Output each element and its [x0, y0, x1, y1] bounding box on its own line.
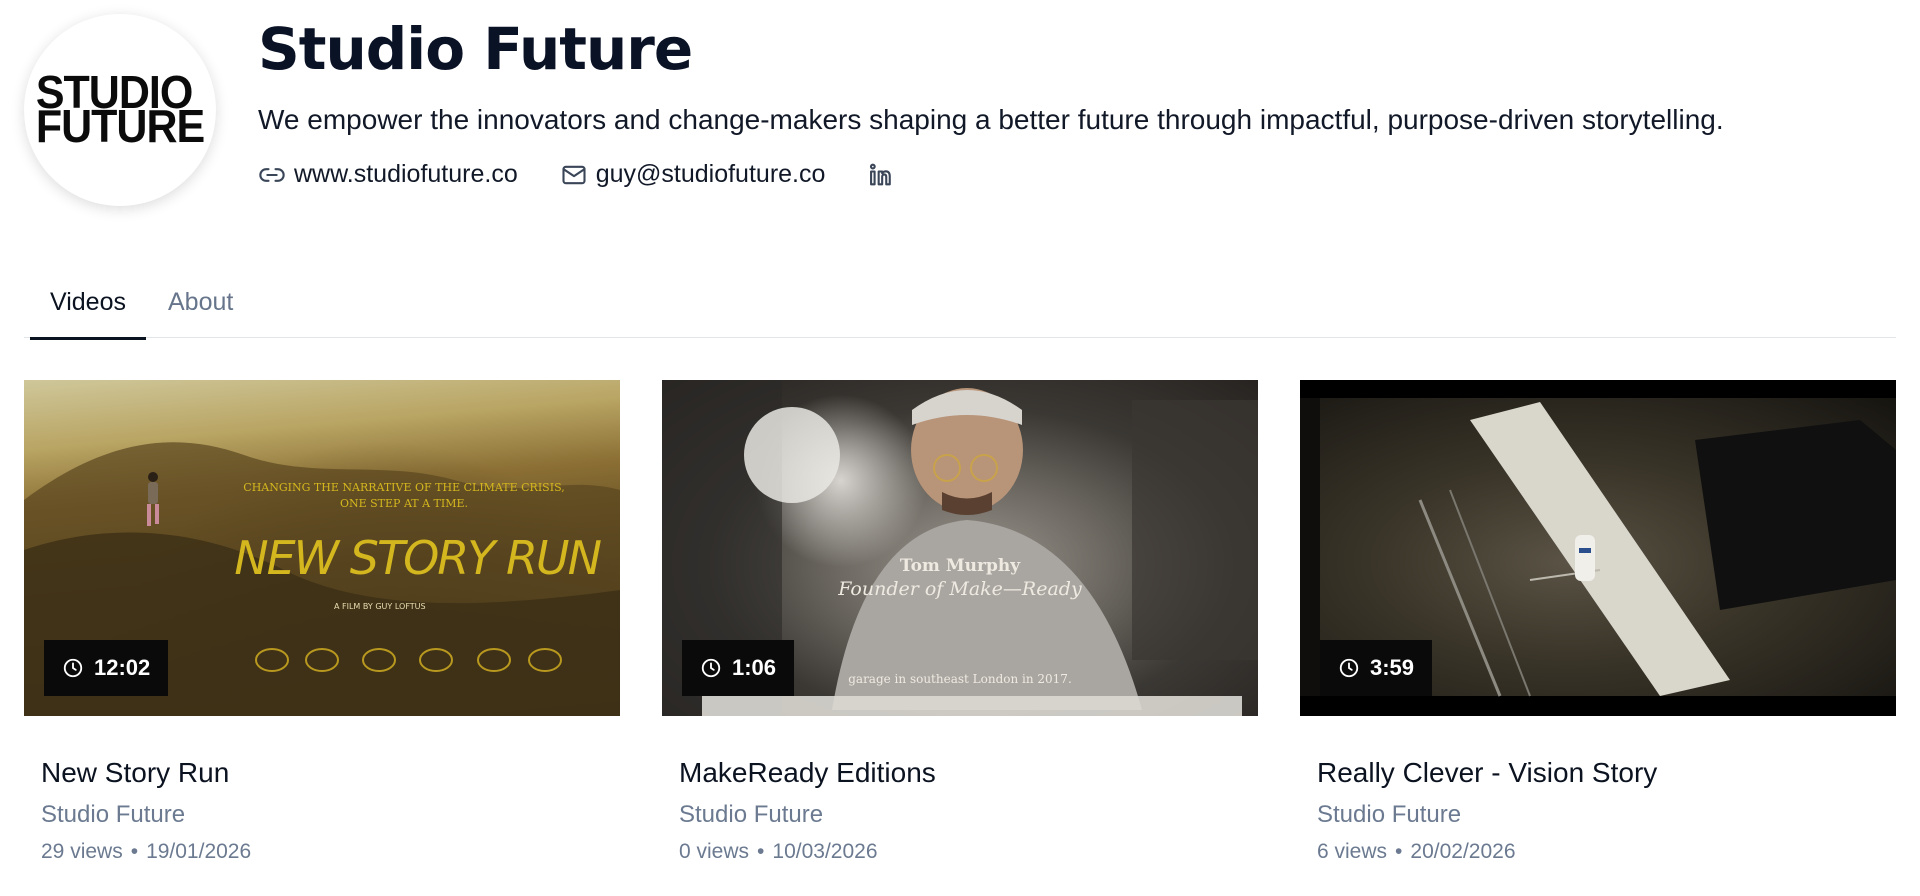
duration-text: 3:59: [1370, 655, 1415, 680]
upload-date: 10/03/2026: [772, 840, 878, 863]
video-channel[interactable]: Studio Future: [41, 800, 620, 830]
contact-links: www.studiofuture.co guy@studiofuture.co: [258, 160, 1724, 189]
tab-videos[interactable]: Videos: [24, 266, 146, 340]
video-meta: 29 views • 19/01/2026: [41, 838, 620, 866]
meta-separator: •: [130, 840, 139, 863]
thumbnail-tagline-line2: ONE STEP AT A TIME.: [339, 497, 469, 510]
channel-header: Studio Future We empower the innovators …: [258, 14, 1724, 189]
website-text: www.studiofuture.co: [294, 160, 518, 188]
video-title[interactable]: MakeReady Editions: [679, 756, 1258, 790]
video-channel[interactable]: Studio Future: [679, 800, 1258, 830]
channel-tagline: We empower the innovators and change-mak…: [258, 104, 1724, 135]
website-link[interactable]: www.studiofuture.co: [258, 160, 518, 189]
duration-text: 1:06: [732, 655, 777, 680]
channel-page: STUDIO FUTURE Studio Future We empower t…: [0, 0, 1920, 896]
upload-date: 19/01/2026: [146, 840, 252, 863]
video-card[interactable]: CHANGING THE NARRATIVE OF THE CLIMATE CR…: [24, 380, 620, 866]
video-thumbnail[interactable]: Tom Murphy Founder of Make—Ready garage …: [662, 380, 1258, 716]
video-grid: CHANGING THE NARRATIVE OF THE CLIMATE CR…: [24, 380, 1896, 866]
duration-badge: 12:02: [44, 640, 169, 696]
video-channel[interactable]: Studio Future: [1317, 800, 1896, 830]
thumbnail-tagline: CHANGING THE NARRATIVE OF THE CLIMATE CR…: [224, 480, 584, 512]
thumbnail-caption: Tom Murphy Founder of Make—Ready: [662, 556, 1258, 600]
channel-tabs: Videos About: [24, 266, 1896, 340]
video-card[interactable]: 3:59 Really Clever - Vision Story Studio…: [1300, 380, 1896, 866]
tab-about[interactable]: About: [146, 266, 253, 338]
clock-icon: [1339, 658, 1359, 678]
link-icon: [259, 167, 285, 182]
video-card[interactable]: Tom Murphy Founder of Make—Ready garage …: [662, 380, 1258, 866]
view-count: 0 views: [679, 840, 750, 863]
email-link[interactable]: guy@studiofuture.co: [560, 160, 826, 189]
view-count: 6 views: [1317, 840, 1388, 863]
video-meta: 6 views • 20/02/2026: [1317, 838, 1896, 866]
video-title[interactable]: Really Clever - Vision Story: [1317, 756, 1896, 790]
duration-badge: 3:59: [1320, 640, 1433, 696]
meta-separator: •: [1395, 840, 1403, 863]
duration-badge: 1:06: [682, 640, 795, 696]
linkedin-link[interactable]: [867, 161, 903, 189]
thumbnail-credit: A FILM BY GUY LOFTUS: [334, 602, 426, 611]
thumbnail-headline: NEW STORY RUN: [234, 531, 602, 585]
logo-line-2: FUTURE: [35, 101, 205, 153]
mail-icon: [562, 165, 586, 184]
video-thumbnail[interactable]: 3:59: [1300, 380, 1896, 716]
thumbnail-person-name: Tom Murphy: [899, 556, 1021, 576]
upload-date: 20/02/2026: [1410, 840, 1516, 863]
video-meta: 0 views • 10/03/2026: [679, 838, 1258, 866]
studio-future-logo: STUDIO FUTURE: [35, 70, 205, 153]
video-thumbnail[interactable]: CHANGING THE NARRATIVE OF THE CLIMATE CR…: [24, 380, 620, 716]
linkedin-icon: [870, 163, 892, 185]
clock-icon: [63, 658, 83, 678]
view-count: 29 views: [41, 840, 123, 863]
thumbnail-tagline-line1: CHANGING THE NARRATIVE OF THE CLIMATE CR…: [243, 481, 565, 494]
clock-icon: [701, 658, 721, 678]
thumbnail-person-role: Founder of Make—Ready: [838, 578, 1082, 600]
channel-name: Studio Future: [258, 15, 693, 83]
meta-separator: •: [757, 840, 765, 863]
email-text: guy@studiofuture.co: [595, 160, 826, 188]
duration-text: 12:02: [94, 655, 151, 680]
channel-avatar[interactable]: STUDIO FUTURE: [24, 14, 216, 206]
video-title[interactable]: New Story Run: [41, 756, 620, 790]
person-figure: [832, 388, 1142, 710]
